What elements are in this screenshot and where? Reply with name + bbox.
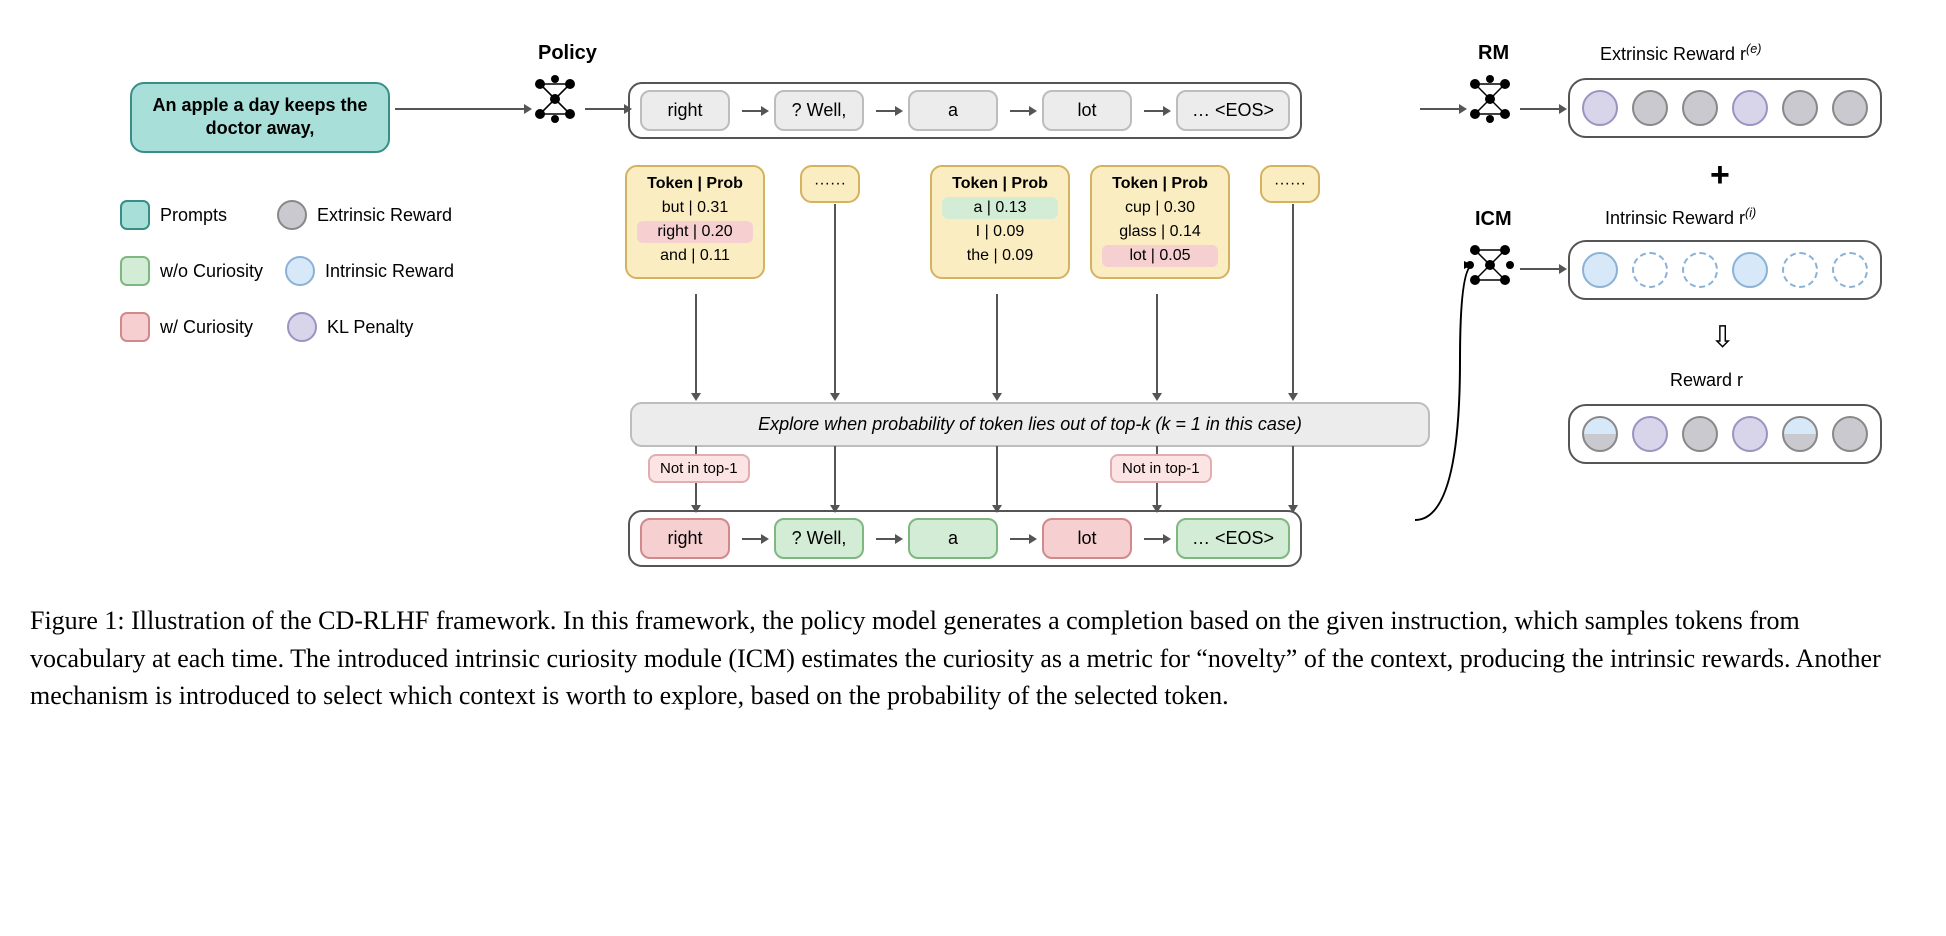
rm-label: RM <box>1478 42 1509 65</box>
token: ? Well, <box>774 90 864 131</box>
swatch-wo-curiosity <box>120 256 150 286</box>
legend-label: Extrinsic Reward <box>317 205 452 226</box>
neural-net-icon <box>1465 74 1515 124</box>
bubble <box>1682 252 1718 288</box>
bubble <box>1832 416 1868 452</box>
swatch-prompts <box>120 200 150 230</box>
legend-label: w/o Curiosity <box>160 261 263 282</box>
not-in-top-tag: Not in top-1 <box>1110 454 1212 483</box>
arrow <box>1520 268 1560 270</box>
bubble <box>1832 90 1868 126</box>
token: a <box>908 90 998 131</box>
arrow <box>1292 446 1294 506</box>
arrow <box>395 108 525 110</box>
not-in-top-tag: Not in top-1 <box>648 454 750 483</box>
extrinsic-label: Extrinsic Reward r(e) <box>1600 42 1761 65</box>
bubble <box>1782 416 1818 452</box>
bubble <box>1782 252 1818 288</box>
prob-box: Token | Prob a | 0.13 I | 0.09 the | 0.0… <box>930 165 1070 279</box>
reward-label: Reward r <box>1670 370 1743 391</box>
plus-icon: + <box>1710 156 1730 195</box>
prob-box-dots: ······ <box>800 165 860 203</box>
bubble <box>1732 416 1768 452</box>
token: ? Well, <box>774 518 864 559</box>
token: lot <box>1042 518 1132 559</box>
bubble <box>1582 416 1618 452</box>
token: right <box>640 518 730 559</box>
bubble <box>1732 90 1768 126</box>
diagram: An apple a day keeps the doctor away, Pr… <box>30 30 1916 590</box>
bubble <box>1682 90 1718 126</box>
intrinsic-label: Intrinsic Reward r(i) <box>1605 206 1756 229</box>
swatch-extrinsic <box>277 200 307 230</box>
legend: Prompts Extrinsic Reward w/o Curiosity I… <box>120 200 454 368</box>
legend-label: Intrinsic Reward <box>325 261 454 282</box>
prompt-box: An apple a day keeps the doctor away, <box>130 82 390 153</box>
prob-box: Token | Prob cup | 0.30 glass | 0.14 lot… <box>1090 165 1230 279</box>
arrow <box>1292 204 1294 394</box>
legend-label: KL Penalty <box>327 317 413 338</box>
prob-box-dots: ······ <box>1260 165 1320 203</box>
final-reward-bubbles <box>1568 404 1882 464</box>
arrow <box>1520 108 1560 110</box>
arrow <box>1420 108 1460 110</box>
token: a <box>908 518 998 559</box>
icm-label: ICM <box>1475 208 1512 231</box>
explore-box: Explore when probability of token lies o… <box>630 402 1430 447</box>
arrow <box>996 446 998 506</box>
neural-net-icon <box>530 74 580 124</box>
arrow-curve <box>1410 260 1490 540</box>
arrow <box>1156 294 1158 394</box>
token: … <EOS> <box>1176 90 1290 131</box>
legend-label: Prompts <box>160 205 227 226</box>
bubble <box>1782 90 1818 126</box>
token-row-bottom: right ? Well, a lot … <EOS> <box>628 510 1302 567</box>
bubble <box>1582 252 1618 288</box>
policy-label: Policy <box>538 42 597 65</box>
bubble <box>1732 252 1768 288</box>
figure-container: An apple a day keeps the doctor away, Pr… <box>30 30 1916 715</box>
figure-caption: Figure 1: Illustration of the CD-RLHF fr… <box>30 602 1916 715</box>
extrinsic-bubbles <box>1568 78 1882 138</box>
token-row-top: right ? Well, a lot … <EOS> <box>628 82 1302 139</box>
token: lot <box>1042 90 1132 131</box>
bubble <box>1682 416 1718 452</box>
token: right <box>640 90 730 131</box>
arrow <box>585 108 625 110</box>
swatch-kl <box>287 312 317 342</box>
token: … <EOS> <box>1176 518 1290 559</box>
bubble <box>1632 90 1668 126</box>
arrow <box>996 294 998 394</box>
swatch-intrinsic <box>285 256 315 286</box>
arrow <box>834 204 836 394</box>
bubble <box>1832 252 1868 288</box>
intrinsic-bubbles <box>1568 240 1882 300</box>
arrow <box>695 294 697 394</box>
bubble <box>1582 90 1618 126</box>
arrow <box>834 446 836 506</box>
prob-box: Token | Prob but | 0.31 right | 0.20 and… <box>625 165 765 279</box>
bubble <box>1632 252 1668 288</box>
down-arrow-icon: ⇩ <box>1710 320 1735 355</box>
swatch-w-curiosity <box>120 312 150 342</box>
legend-label: w/ Curiosity <box>160 317 253 338</box>
bubble <box>1632 416 1668 452</box>
